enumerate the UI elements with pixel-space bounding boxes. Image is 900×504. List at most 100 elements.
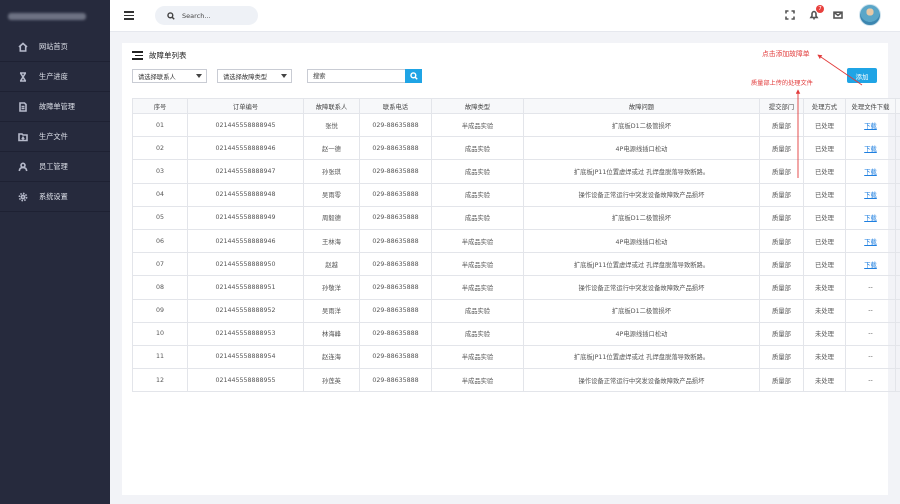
download-link[interactable]: 下载	[864, 123, 877, 130]
column-header: 故障问题	[523, 98, 760, 114]
table-row: 10 021445558888953 林海峰 029-88635888 成品实验 4P电源…	[132, 321, 900, 346]
table-cell: 查看	[895, 344, 900, 370]
table-header-row: 序号订单编号故障联系人联系电话故障类型故障问题提交部门处理方式处理文件下载操作	[132, 98, 900, 114]
table-cell: 已处理	[803, 205, 846, 230]
cell-text: 已处理	[815, 261, 834, 269]
sidebar-item-staff[interactable]: 员工管理	[0, 152, 110, 182]
list-icon	[132, 51, 143, 60]
column-header: 提交部门	[759, 98, 804, 114]
table-cell: 查看	[895, 368, 900, 393]
menu-toggle-icon[interactable]	[124, 11, 134, 20]
table-cell: 赵一德	[303, 136, 360, 161]
table-cell: 已处理	[803, 252, 846, 277]
cell-text: --	[868, 283, 873, 291]
table-row: 05 021445558888949 周毅德 029-88635888 成品实验 扩底板D…	[132, 205, 900, 230]
table-cell: 未处理	[803, 344, 846, 370]
chevron-down-icon	[281, 74, 287, 78]
cell-text: 021445558888955	[215, 376, 276, 384]
table-cell: 未处理	[803, 321, 846, 346]
cell-text: 孙莲英	[322, 377, 341, 385]
cell-text: 10	[155, 330, 164, 338]
cell-text: 成品实验	[464, 192, 491, 200]
table-cell: 质量部	[759, 275, 804, 300]
fault-search-input[interactable]	[307, 69, 405, 83]
cell-text: 07	[155, 260, 164, 268]
table-cell: 021445558888953	[187, 321, 304, 346]
table-cell: 已处理	[803, 228, 846, 254]
table-cell: --	[845, 344, 896, 370]
table-cell: 09	[132, 298, 188, 323]
cell-text: 021445558888948	[215, 191, 276, 199]
table-cell: 下载	[845, 159, 896, 184]
download-link[interactable]: 下载	[864, 215, 877, 222]
cell-text: 12	[155, 376, 164, 384]
cell-text: 已处理	[815, 238, 834, 246]
table-cell: 成品实验	[431, 205, 524, 230]
column-header: 操作	[895, 98, 900, 114]
download-link[interactable]: 下载	[864, 262, 877, 269]
table-cell: 12	[132, 368, 188, 393]
sidebar-item-home[interactable]: 网站首页	[0, 32, 110, 62]
cell-text: 029-88635888	[372, 237, 419, 245]
table-cell: 4P电源线插口松动	[523, 228, 760, 254]
fault-type-filter-select[interactable]: 请选择故障类型	[217, 69, 292, 83]
cell-text: 已处理	[815, 168, 834, 176]
download-link[interactable]: 下载	[864, 146, 877, 153]
fullscreen-icon[interactable]	[784, 9, 796, 21]
cell-text: 半成品实验	[461, 354, 494, 362]
search-icon	[409, 72, 418, 80]
download-link[interactable]: 下载	[864, 239, 877, 246]
cell-text: 06	[155, 237, 164, 245]
table-cell: 质量部	[759, 368, 804, 393]
mail-icon[interactable]	[832, 9, 844, 21]
cell-text: 半成品实验	[461, 261, 494, 269]
table-cell: 扩底板JP11位置虚焊或过 孔焊盘脱落导致断路。	[523, 252, 760, 277]
table-cell: 下载	[845, 252, 896, 277]
table-row: 09 021445558888952 吴雨洋 029-88635888 成品实验 扩底板D…	[132, 298, 900, 323]
table-cell: 未处理	[803, 368, 846, 393]
cell-text: 未处理	[815, 377, 834, 385]
table-cell: 赵连海	[303, 344, 360, 370]
cell-text: 吴雨洋	[322, 308, 341, 316]
cell-text: 029-88635888	[372, 376, 419, 384]
table-row: 07 021445558888950 赵越 029-88635888 半成品实验 扩底板J…	[132, 252, 900, 277]
cell-text: 质量部	[772, 354, 791, 362]
download-link[interactable]: 下载	[864, 192, 877, 199]
cell-text: 成品实验	[464, 145, 491, 153]
column-header: 订单编号	[187, 98, 304, 114]
user-avatar[interactable]	[859, 4, 881, 26]
table-cell: 扩底板D1二极管损坏	[523, 298, 760, 323]
table-cell: 021445558888946	[187, 136, 304, 161]
table-row: 06 021445558888946 王林海 029-88635888 半成品实验 4P电…	[132, 228, 900, 254]
table-cell: 赵越	[303, 252, 360, 277]
global-search-input[interactable]	[182, 11, 252, 20]
column-header: 处理方式	[803, 98, 846, 114]
column-header: 联系电话	[359, 98, 432, 114]
table-cell: 06	[132, 228, 188, 254]
notification-bell-icon[interactable]: 7	[808, 5, 824, 21]
cell-text: 成品实验	[464, 308, 491, 316]
sidebar-item-settings[interactable]: 系统设置	[0, 182, 110, 212]
sidebar-item-production-files[interactable]: 生产文件	[0, 122, 110, 152]
table-cell: 孙张琪	[303, 159, 360, 184]
top-bar: 7	[110, 0, 900, 32]
table-cell: 查看	[895, 182, 900, 207]
fault-search-button[interactable]	[405, 69, 422, 83]
file-upload-annotation: 质量部上传的处理文件	[751, 80, 813, 87]
download-link[interactable]: 下载	[864, 169, 877, 176]
gear-icon	[18, 192, 28, 202]
sidebar-item-fault-orders[interactable]: 故障单管理	[0, 92, 110, 122]
sidebar: 网站首页 生产进度 故障单管理 生产文件 员工管理 系统设置	[0, 0, 110, 504]
cell-text: 未处理	[815, 308, 834, 316]
table-cell: 林海峰	[303, 321, 360, 346]
cell-text: 赵越	[325, 261, 338, 269]
table-cell: 021445558888948	[187, 182, 304, 207]
sidebar-item-progress[interactable]: 生产进度	[0, 62, 110, 92]
add-fault-button[interactable]: 添加	[847, 68, 877, 83]
cell-text: 09	[155, 307, 164, 315]
contact-filter-select[interactable]: 请选择联系人	[132, 69, 207, 83]
page-title: 故障单列表	[132, 50, 187, 61]
content-panel: 故障单列表 请选择联系人 请选择故障类型 添加 序号订单编号故障联系人联系电话故…	[122, 43, 900, 495]
table-cell: 05	[132, 205, 188, 230]
table-cell: 操作设备正常运行中突发设备故障致产品损坏	[523, 368, 760, 393]
